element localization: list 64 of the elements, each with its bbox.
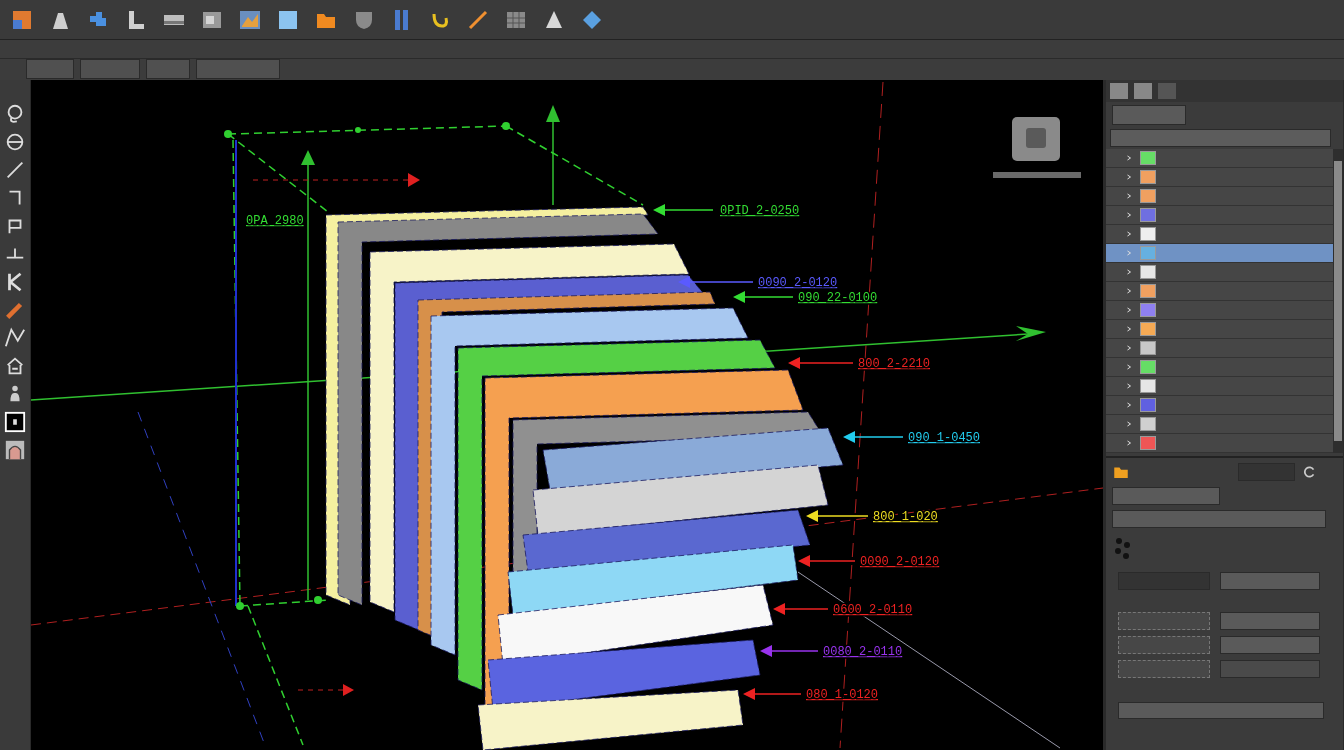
stop-tool-button[interactable] xyxy=(2,410,28,434)
chevron-icon[interactable] xyxy=(1126,306,1132,314)
dimension-leader xyxy=(806,510,869,522)
chevron-icon[interactable] xyxy=(1126,363,1132,371)
arch-icon xyxy=(4,439,26,461)
layer-row[interactable] xyxy=(1106,244,1333,263)
dimension-label: 0090 2-0120 xyxy=(860,555,940,569)
layer-row[interactable] xyxy=(1106,377,1333,396)
house-icon xyxy=(4,355,26,377)
chevron-icon[interactable] xyxy=(1126,439,1132,447)
layer-row[interactable] xyxy=(1106,339,1333,358)
dimension-label: 090 22-0100 xyxy=(798,291,878,305)
layer-row[interactable] xyxy=(1106,415,1333,434)
chevron-icon[interactable] xyxy=(1126,420,1132,428)
dimension-label: 800 2-2210 xyxy=(858,357,930,371)
dimension-leader xyxy=(733,291,794,303)
marker-arrow xyxy=(297,684,354,696)
chevron-icon[interactable] xyxy=(1126,287,1132,295)
dimension-leader xyxy=(843,431,904,443)
chevron-icon[interactable] xyxy=(1126,154,1132,162)
globe-icon xyxy=(4,131,26,153)
dimension-leader xyxy=(743,688,802,700)
dimension-leader xyxy=(760,645,819,657)
dimension-label: 0PID 2-0250 xyxy=(720,204,800,218)
dimension-label: 800 1-020 xyxy=(873,510,938,524)
view-cube-icon[interactable] xyxy=(993,117,1081,178)
chevron-icon[interactable] xyxy=(1126,211,1132,219)
stop-icon xyxy=(4,411,26,433)
dimension-label: 0600 2-0110 xyxy=(833,603,913,617)
dimension-label: 0080 2-0110 xyxy=(823,645,903,659)
dimension-leader xyxy=(788,357,854,369)
layer-row[interactable] xyxy=(1106,168,1333,187)
layer-row[interactable] xyxy=(1106,320,1333,339)
vertex-point[interactable] xyxy=(502,122,510,130)
chevron-icon[interactable] xyxy=(1126,230,1132,238)
wave-icon xyxy=(4,327,26,349)
line-icon xyxy=(4,159,26,181)
layer-row[interactable] xyxy=(1106,358,1333,377)
chevron-icon[interactable] xyxy=(1126,382,1132,390)
layer-row[interactable] xyxy=(1106,225,1333,244)
layer-row[interactable] xyxy=(1106,187,1333,206)
dimension-label: 0PA 2980 xyxy=(246,214,304,228)
refresh-icon[interactable] xyxy=(1303,465,1317,479)
chevron-icon[interactable] xyxy=(1126,192,1132,200)
layer-row[interactable] xyxy=(1106,149,1333,168)
layer-row[interactable] xyxy=(1106,282,1333,301)
dimension-leader xyxy=(653,204,714,216)
layer-row[interactable] xyxy=(1106,263,1333,282)
scrollbar[interactable] xyxy=(1333,149,1343,453)
chevron-icon[interactable] xyxy=(1126,173,1132,181)
vertex-point[interactable] xyxy=(355,127,361,133)
vertex-point[interactable] xyxy=(236,602,244,610)
dimension-label: 090 1-0450 xyxy=(908,431,980,445)
chevron-icon[interactable] xyxy=(1126,401,1132,409)
chevron-icon[interactable] xyxy=(1126,325,1132,333)
chevron-icon[interactable] xyxy=(1126,268,1132,276)
chevron-icon[interactable] xyxy=(1126,344,1132,352)
dimension-leader xyxy=(773,603,829,615)
dimension-label: 0090 2-0120 xyxy=(758,276,838,290)
dimension-leader xyxy=(798,555,856,567)
input-field[interactable] xyxy=(1220,660,1320,678)
dimension-label: 080 1-0120 xyxy=(806,688,878,702)
vertex-point[interactable] xyxy=(314,596,322,604)
vertex-point[interactable] xyxy=(224,130,232,138)
